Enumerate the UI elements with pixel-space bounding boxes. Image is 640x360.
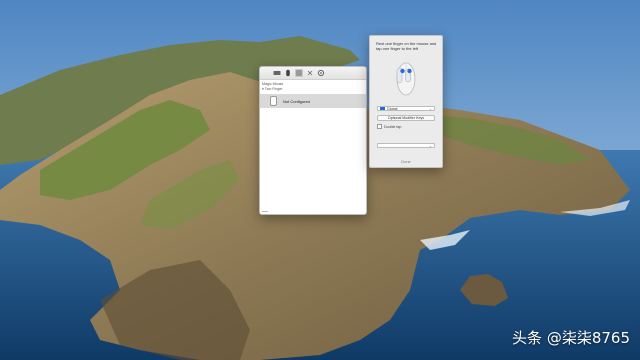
action-select[interactable]: ⌄ — [377, 143, 435, 148]
mouse-icon[interactable] — [284, 69, 292, 77]
scope-select-value: Global — [387, 106, 398, 111]
global-icon — [380, 107, 385, 110]
preferences-toolbar — [260, 67, 366, 80]
double-tap-option[interactable]: Double tap — [377, 124, 401, 129]
chevron-down-icon: ⌄ — [428, 107, 432, 111]
list-item-not-configured[interactable]: Not Configured — [260, 94, 366, 108]
gesture-list: Magic Mouse ▾ Two Finger Not Configured — [260, 80, 366, 214]
mouse-device-icon — [270, 96, 277, 106]
watermark-text: 头条 @柒柒8765 — [512, 329, 630, 347]
gear-icon[interactable] — [317, 69, 325, 77]
scrollbar[interactable] — [262, 211, 268, 212]
gesture-sheet: Rest one finger on the mouse and tap one… — [369, 35, 443, 168]
optional-modifier-keys-button[interactable]: Optional Modifier Keys — [377, 115, 435, 121]
chevron-down-icon: ⌄ — [428, 144, 432, 148]
gesture-preferences-window: Magic Mouse ▾ Two Finger Not Configured — [259, 66, 367, 215]
two-finger-group[interactable]: ▾ Two Finger — [260, 87, 366, 92]
done-button[interactable]: Done — [390, 158, 422, 164]
scope-select[interactable]: Global ⌄ — [377, 106, 435, 111]
close-icon[interactable] — [306, 69, 314, 77]
list-item-label: Not Configured — [283, 98, 310, 104]
double-tap-checkbox[interactable] — [377, 124, 382, 129]
double-tap-label: Double tap — [384, 124, 402, 129]
keyboard-icon[interactable] — [273, 69, 281, 77]
gesture-instruction: Rest one finger on the mouse and tap one… — [376, 41, 437, 51]
trackpad-icon[interactable] — [295, 69, 303, 77]
magic-mouse-illustration — [392, 57, 420, 99]
